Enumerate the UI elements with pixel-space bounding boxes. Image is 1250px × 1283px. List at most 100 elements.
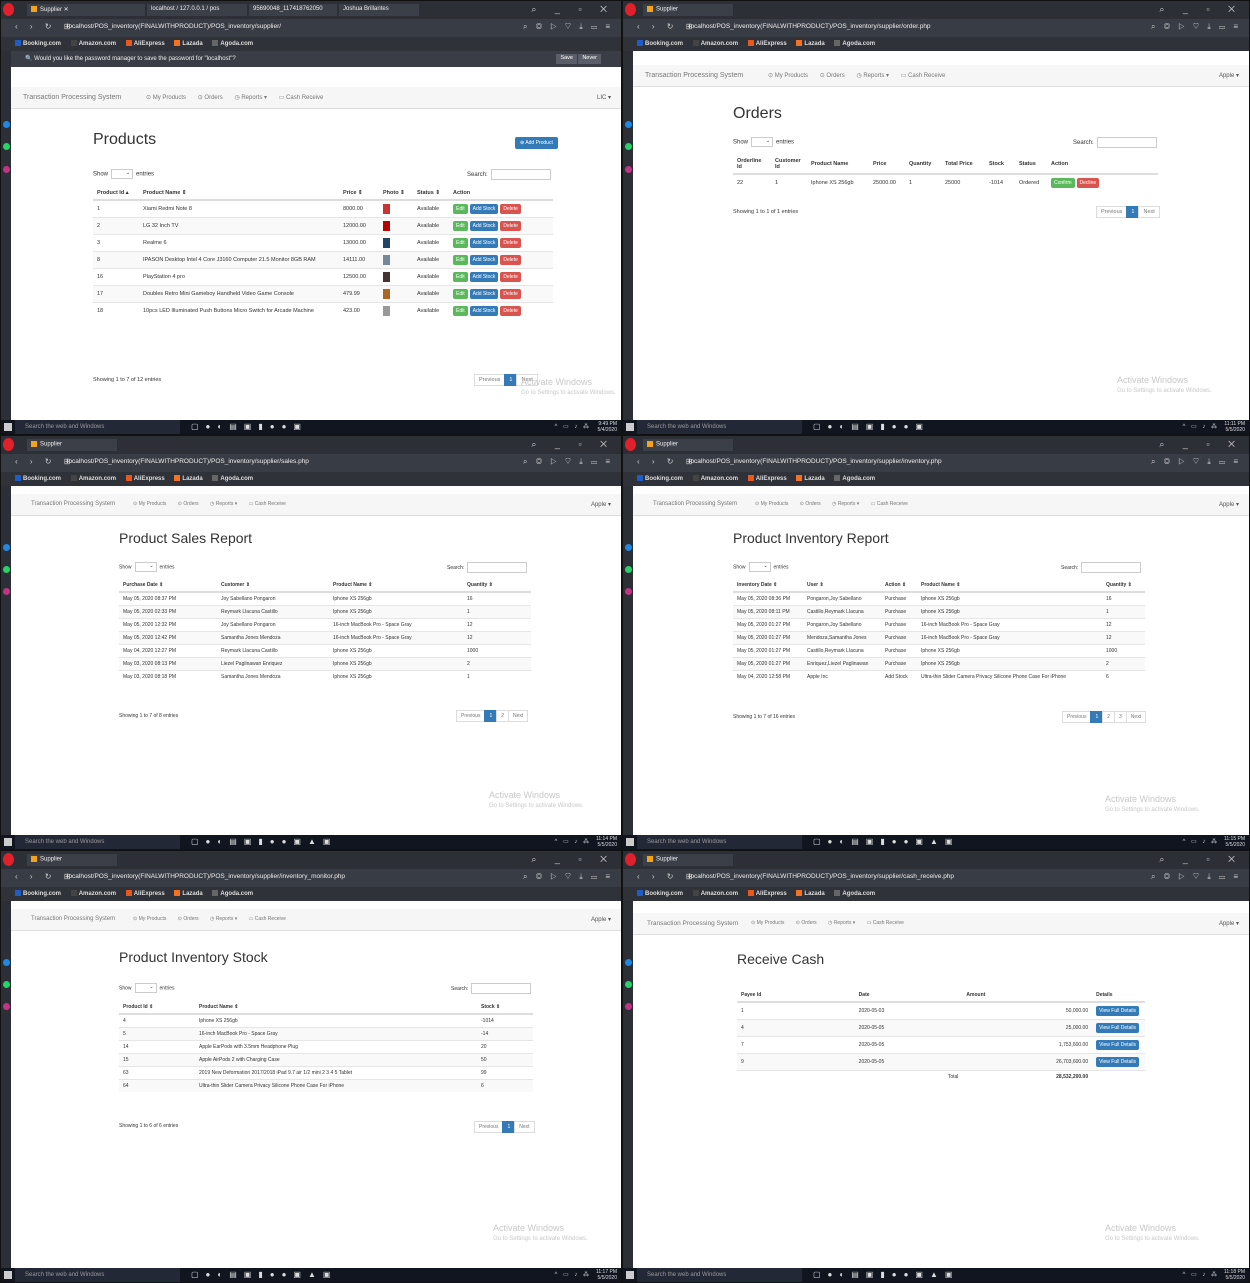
col-stock[interactable]: Stock ⇕ xyxy=(477,1001,533,1015)
search-input[interactable] xyxy=(490,169,551,180)
delete-button[interactable]: Delete xyxy=(500,272,521,282)
bookmark-lazada[interactable]: Lazada xyxy=(174,40,203,47)
bookmark-agoda[interactable]: Agoda.com xyxy=(212,40,253,47)
url-text[interactable]: localhost/POS_inventory(FINALWITHPRODUCT… xyxy=(67,23,281,30)
decline-button[interactable]: Decline xyxy=(1076,178,1100,188)
messenger-icon[interactable] xyxy=(625,959,632,966)
whatsapp-icon[interactable] xyxy=(625,981,632,988)
nav-reports[interactable]: ◷ Reports ▾ xyxy=(210,916,237,922)
taskbar-apps-icon[interactable]: ▢●◐▤▣▮●●▣▲▣ xyxy=(191,1270,337,1279)
app-title[interactable]: Transaction Processing System xyxy=(31,501,115,507)
col-total-price[interactable]: Total Price xyxy=(941,155,985,175)
tab-supplier[interactable]: Supplier ✕ xyxy=(27,4,145,16)
bookmark-agoda[interactable]: Agoda.com xyxy=(212,475,253,482)
toolbar-icons[interactable]: ⌕ ◎ ▷ ♡ ⤓ ▭ ≡ xyxy=(1151,22,1241,32)
delete-button[interactable]: Delete xyxy=(500,289,521,299)
toolbar-icons[interactable]: ⌕ ◎ ▷ ♡ ⤓ ▭ ≡ xyxy=(523,22,613,32)
toolbar-icons[interactable]: ⌕ ◎ ▷ ♡ ⤓ ▭ ≡ xyxy=(523,457,613,467)
entries-select[interactable]: ⌄ xyxy=(111,169,134,179)
nav-my-products[interactable]: ⊙ My Products xyxy=(751,920,784,926)
col-action[interactable]: Action xyxy=(1047,155,1158,175)
tab-supplier[interactable]: Supplier xyxy=(643,854,733,866)
messenger-icon[interactable] xyxy=(625,121,632,128)
delete-button[interactable]: Delete xyxy=(500,204,521,214)
col-product-name[interactable]: Product Name ⇕ xyxy=(195,1001,477,1015)
next-button[interactable]: Next xyxy=(1125,711,1147,723)
nav-my-products[interactable]: ⊙ My Products xyxy=(146,95,186,101)
edit-button[interactable]: Edit xyxy=(453,272,468,282)
col-photo[interactable]: Photo ⇕ xyxy=(379,187,413,201)
taskbar-search[interactable]: Search the web and Windows xyxy=(637,835,802,849)
col-stock[interactable]: Stock xyxy=(985,155,1015,175)
taskbar-apps-icon[interactable]: ▢●◐▤▣▮●●▣▲▣ xyxy=(191,837,337,846)
nav-my-products[interactable]: ⊙ My Products xyxy=(133,916,166,922)
bookmark-aliexpress[interactable]: AliExpress xyxy=(747,890,787,897)
opera-logo[interactable] xyxy=(3,438,14,451)
tab-supplier[interactable]: Supplier xyxy=(643,4,733,16)
nav-orders[interactable]: ⊙ Orders xyxy=(796,920,817,926)
bookmark-aliexpress[interactable]: AliExpress xyxy=(125,890,165,897)
instagram-icon[interactable] xyxy=(625,1003,632,1010)
tab-supplier[interactable]: Supplier xyxy=(27,439,117,451)
opera-logo[interactable] xyxy=(3,3,14,16)
col-product-name[interactable]: Product Name xyxy=(807,155,869,175)
opera-logo[interactable] xyxy=(3,853,14,866)
taskbar-search[interactable]: Search the web and Windows xyxy=(637,1268,802,1282)
system-tray-icon[interactable]: ^ ▭ ♪ ⁂ xyxy=(555,1271,592,1278)
nav-reports[interactable]: ◷ Reports ▾ xyxy=(234,95,267,101)
col-product-name[interactable]: Product Name ⇕ xyxy=(917,579,1102,593)
bookmark-agoda[interactable]: Agoda.com xyxy=(212,890,253,897)
bookmark-aliexpress[interactable]: AliExpress xyxy=(125,40,165,47)
col-quantity[interactable]: Quantity ⇕ xyxy=(463,579,531,593)
address-bar[interactable]: ‹ › ↻ ⊞ localhost/POS_inventory(FINALWIT… xyxy=(623,869,1249,887)
instagram-icon[interactable] xyxy=(3,588,10,595)
search-input[interactable] xyxy=(471,983,532,994)
delete-button[interactable]: Delete xyxy=(500,306,521,316)
bookmark-amazon[interactable]: Amazon.com xyxy=(692,475,738,482)
col-orderline-id[interactable]: Orderline Id xyxy=(733,155,771,175)
windows-start-icon[interactable] xyxy=(626,423,634,431)
col-customer[interactable]: Customer ⇕ xyxy=(217,579,329,593)
taskbar-search[interactable]: Search the web and Windows xyxy=(15,420,180,434)
nav-reports[interactable]: ◷ Reports ▾ xyxy=(210,501,237,507)
system-tray-icon[interactable]: ^ ▭ ♪ ⁂ xyxy=(555,838,592,845)
nav-cash-receive[interactable]: ▭ Cash Receive xyxy=(279,95,324,101)
col-product-name[interactable]: Product Name ⇕ xyxy=(139,187,339,201)
col-product-id[interactable]: Product Id ▴ xyxy=(93,187,139,201)
window-controls[interactable]: ⌕ _ ▫ ✕ xyxy=(1159,4,1243,15)
address-bar[interactable]: ‹ › ↻ ⊞ localhost/POS_inventory(FINALWIT… xyxy=(623,19,1249,37)
system-tray-icon[interactable]: ^ ▭ ♪ ⁂ xyxy=(555,423,592,430)
bookmark-lazada[interactable]: Lazada xyxy=(796,890,825,897)
url-text[interactable]: localhost/POS_inventory(FINALWITHPRODUCT… xyxy=(67,873,345,880)
bookmark-amazon[interactable]: Amazon.com xyxy=(70,890,116,897)
previous-button[interactable]: Previous xyxy=(474,1121,504,1133)
col-product-id[interactable]: Product Id ⇕ xyxy=(119,1001,195,1015)
toolbar-icons[interactable]: ⌕ ◎ ▷ ♡ ⤓ ▭ ≡ xyxy=(1151,872,1241,882)
url-text[interactable]: localhost/POS_inventory(FINALWITHPRODUCT… xyxy=(689,458,942,465)
col-action[interactable]: Action xyxy=(449,187,553,201)
bookmark-aliexpress[interactable]: AliExpress xyxy=(125,475,165,482)
nav-cash-receive[interactable]: ▭ Cash Receive xyxy=(901,73,946,79)
bookmark-booking[interactable]: Booking.com xyxy=(637,890,683,897)
user-menu[interactable]: Apple ▾ xyxy=(1219,920,1239,927)
app-title[interactable]: Transaction Processing System xyxy=(653,501,737,507)
url-text[interactable]: localhost/POS_inventory(FINALWITHPRODUCT… xyxy=(689,23,931,30)
system-tray-icon[interactable]: ^ ▭ ♪ ⁂ xyxy=(1183,423,1220,430)
instagram-icon[interactable] xyxy=(3,166,10,173)
system-tray-icon[interactable]: ^ ▭ ♪ ⁂ xyxy=(1183,838,1220,845)
address-bar[interactable]: ‹ › ↻ ⊞ localhost/POS_inventory(FINALWIT… xyxy=(1,869,621,887)
bookmark-aliexpress[interactable]: AliExpress xyxy=(747,475,787,482)
window-controls[interactable]: ⌕ _ ▫ ✕ xyxy=(1159,439,1243,450)
add-stock-button[interactable]: Add Stock xyxy=(469,255,499,265)
bookmark-lazada[interactable]: Lazada xyxy=(174,475,203,482)
bookmark-booking[interactable]: Booking.com xyxy=(637,475,683,482)
tab-facebook-profile[interactable]: Joshua Brillantes xyxy=(339,4,419,16)
col-status[interactable]: Status ⇕ xyxy=(413,187,449,201)
nav-orders[interactable]: ⊙ Orders xyxy=(198,95,223,101)
instagram-icon[interactable] xyxy=(625,588,632,595)
tab-supplier[interactable]: Supplier xyxy=(643,439,733,451)
next-button[interactable]: Next xyxy=(508,710,529,722)
col-product-name[interactable]: Product Name ⇕ xyxy=(329,579,463,593)
whatsapp-icon[interactable] xyxy=(3,566,10,573)
nav-cash-receive[interactable]: ▭ Cash Receive xyxy=(249,916,286,922)
